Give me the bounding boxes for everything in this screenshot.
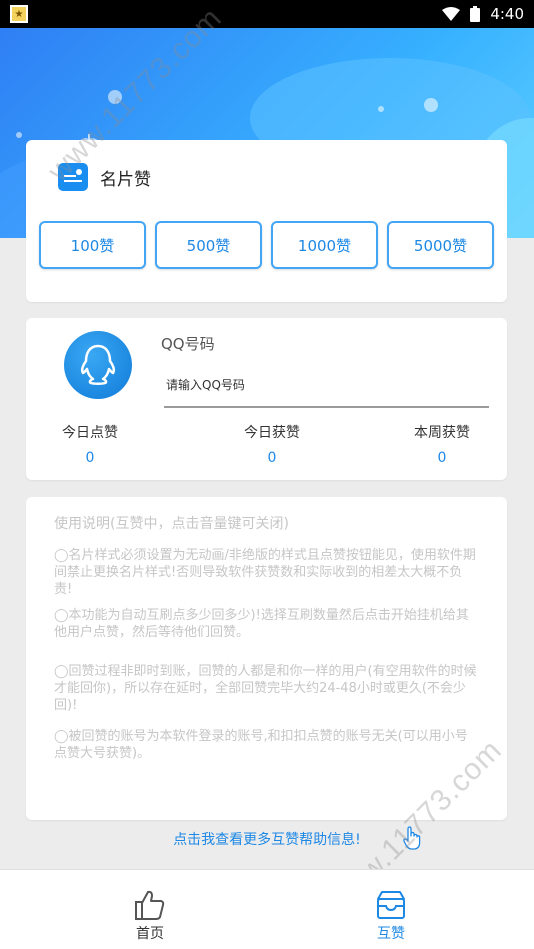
hero-dot [108,90,122,104]
card-icon [58,163,88,191]
qq-number-label: QQ号码 [161,335,215,353]
like-option-100-button[interactable]: 100赞 [39,221,146,269]
stat-value: 0 [85,450,95,466]
hero-dot [424,98,438,112]
qq-card: QQ号码 今日点赞 0 今日获赞 0 本周获赞 0 [26,318,507,480]
like-option-1000-button[interactable]: 1000赞 [271,221,378,269]
nav-exchange-label: 互赞 [377,926,405,942]
battery-icon [470,6,481,22]
nav-home-label: 首页 [136,926,164,942]
nav-home-tab[interactable]: 首页 [110,870,190,949]
exchange-box-icon [377,891,405,919]
status-bar: ★ 4:40 [0,0,534,28]
stat-week-received: 本周获赞 0 [382,422,502,466]
nav-exchange-tab[interactable]: 互赞 [351,870,431,949]
instructions-title: 使用说明(互赞中，点击音量键可关闭) [54,516,289,532]
stat-value: 0 [437,450,447,466]
instruction-item: ◯回赞过程非即时到账，回赞的人都是和你一样的用户(有空用软件的时候才能回你)，所… [54,664,477,713]
instruction-item: ◯被回赞的账号为本软件登录的账号,和扣扣点赞的账号无关(可以用小号点赞大号获赞)… [54,729,468,761]
like-option-500-button[interactable]: 500赞 [155,221,262,269]
pointer-hand-icon [403,826,421,850]
stat-today-received: 今日获赞 0 [212,422,332,466]
hero-dot [378,106,384,112]
stat-label: 今日点赞 [62,425,118,441]
stat-today-given: 今日点赞 0 [30,422,150,466]
bottom-navigation: 首页 互赞 [0,869,534,949]
thumbs-up-icon [135,890,165,920]
more-help-link[interactable]: 点击我查看更多互赞帮助信息! [0,829,534,849]
qq-penguin-icon [64,331,132,399]
stat-label: 本周获赞 [414,425,470,441]
status-right: 4:40 [442,5,524,23]
stat-value: 0 [267,450,277,466]
status-time: 4:40 [490,5,524,23]
likes-title: 名片赞 [100,169,151,190]
instructions-card: 使用说明(互赞中，点击音量键可关闭) ◯名片样式必须设置为无动画/非绝版的样式且… [26,497,507,820]
likes-card: 名片赞 100赞 500赞 1000赞 5000赞 [26,140,507,302]
qq-number-input[interactable] [164,363,489,408]
wifi-icon [442,7,461,21]
instruction-item: ◯名片样式必须设置为无动画/非绝版的样式且点赞按钮能见，使用软件期间禁止更换名片… [54,548,476,597]
app-star-icon: ★ [10,5,28,23]
instruction-item: ◯本功能为自动互刷点多少回多少)!选择互刷数量然后点击开始挂机给其他用户点赞，然… [54,608,469,640]
stat-label: 今日获赞 [244,425,300,441]
like-option-5000-button[interactable]: 5000赞 [387,221,494,269]
hero-dot [16,132,22,138]
likes-header: 名片赞 [58,163,151,191]
